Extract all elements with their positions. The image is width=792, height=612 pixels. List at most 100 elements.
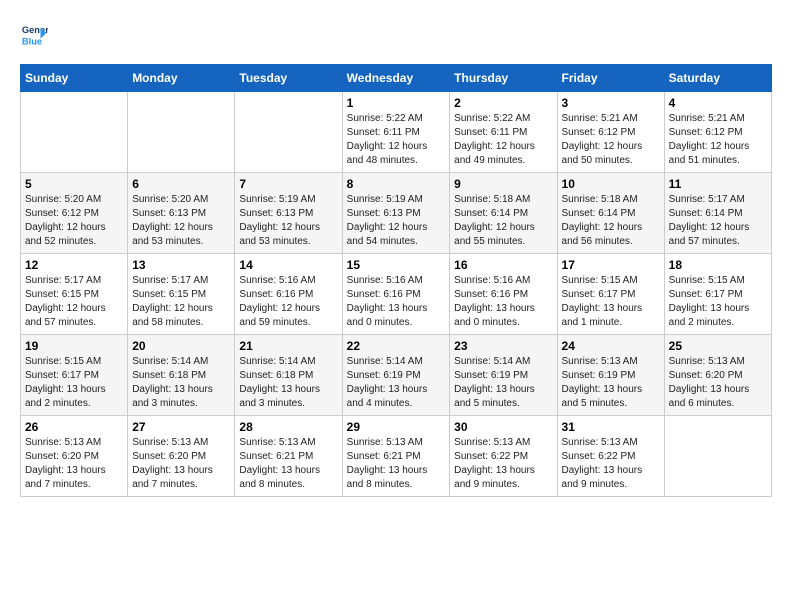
day-info: Sunrise: 5:17 AM Sunset: 6:15 PM Dayligh… — [132, 274, 230, 330]
day-number: 25 — [669, 339, 767, 353]
day-number: 5 — [25, 177, 123, 191]
day-number: 15 — [347, 258, 446, 272]
calendar-week-2: 5 Sunrise: 5:20 AM Sunset: 6:12 PM Daylig… — [21, 173, 772, 254]
day-info: Sunrise: 5:18 AM Sunset: 6:14 PM Dayligh… — [454, 193, 552, 249]
day-number: 9 — [454, 177, 552, 191]
day-number: 4 — [669, 96, 767, 110]
day-number: 22 — [347, 339, 446, 353]
day-info: Sunrise: 5:13 AM Sunset: 6:20 PM Dayligh… — [669, 355, 767, 411]
day-number: 10 — [562, 177, 660, 191]
svg-text:Blue: Blue — [22, 36, 42, 46]
day-number: 18 — [669, 258, 767, 272]
calendar-cell: 27 Sunrise: 5:13 AM Sunset: 6:20 PM Dayli… — [128, 416, 235, 497]
header-sunday: Sunday — [21, 65, 128, 92]
day-info: Sunrise: 5:16 AM Sunset: 6:16 PM Dayligh… — [454, 274, 552, 330]
calendar-week-3: 12 Sunrise: 5:17 AM Sunset: 6:15 PM Dayli… — [21, 254, 772, 335]
calendar-cell: 16 Sunrise: 5:16 AM Sunset: 6:16 PM Dayli… — [450, 254, 557, 335]
calendar-table: SundayMondayTuesdayWednesdayThursdayFrid… — [20, 64, 772, 497]
day-number: 30 — [454, 420, 552, 434]
calendar-cell: 14 Sunrise: 5:16 AM Sunset: 6:16 PM Dayli… — [235, 254, 342, 335]
day-number: 17 — [562, 258, 660, 272]
day-number: 7 — [239, 177, 337, 191]
day-info: Sunrise: 5:17 AM Sunset: 6:14 PM Dayligh… — [669, 193, 767, 249]
header-monday: Monday — [128, 65, 235, 92]
calendar-cell: 18 Sunrise: 5:15 AM Sunset: 6:17 PM Dayli… — [664, 254, 771, 335]
calendar-cell: 20Sunrise: 5:14 AM Sunset: 6:18 PM Dayli… — [128, 335, 235, 416]
calendar-week-1: 1 Sunrise: 5:22 AM Sunset: 6:11 PM Daylig… — [21, 92, 772, 173]
day-number: 29 — [347, 420, 446, 434]
calendar-cell: 6 Sunrise: 5:20 AM Sunset: 6:13 PM Daylig… — [128, 173, 235, 254]
day-info: Sunrise: 5:13 AM Sunset: 6:20 PM Dayligh… — [25, 436, 123, 492]
day-number: 24 — [562, 339, 660, 353]
calendar-cell: 5 Sunrise: 5:20 AM Sunset: 6:12 PM Daylig… — [21, 173, 128, 254]
day-info: Sunrise: 5:20 AM Sunset: 6:13 PM Dayligh… — [132, 193, 230, 249]
day-number: 12 — [25, 258, 123, 272]
calendar-cell: 28 Sunrise: 5:13 AM Sunset: 6:21 PM Dayli… — [235, 416, 342, 497]
day-number: 23 — [454, 339, 552, 353]
calendar-cell: 4 Sunrise: 5:21 AM Sunset: 6:12 PM Daylig… — [664, 92, 771, 173]
header-tuesday: Tuesday — [235, 65, 342, 92]
day-info: Sunrise: 5:16 AM Sunset: 6:16 PM Dayligh… — [347, 274, 446, 330]
day-info: Sunrise: 5:18 AM Sunset: 6:14 PM Dayligh… — [562, 193, 660, 249]
day-info: Sunrise: 5:20 AM Sunset: 6:12 PM Dayligh… — [25, 193, 123, 249]
calendar-cell: 31Sunrise: 5:13 AM Sunset: 6:22 PM Dayli… — [557, 416, 664, 497]
day-number: 13 — [132, 258, 230, 272]
calendar-cell: 21 Sunrise: 5:14 AM Sunset: 6:18 PM Dayli… — [235, 335, 342, 416]
logo: General Blue — [20, 20, 52, 48]
day-number: 27 — [132, 420, 230, 434]
day-info: Sunrise: 5:16 AM Sunset: 6:16 PM Dayligh… — [239, 274, 337, 330]
calendar-cell: 11 Sunrise: 5:17 AM Sunset: 6:14 PM Dayli… — [664, 173, 771, 254]
day-info: Sunrise: 5:13 AM Sunset: 6:20 PM Dayligh… — [132, 436, 230, 492]
calendar-cell — [21, 92, 128, 173]
calendar-cell: 9 Sunrise: 5:18 AM Sunset: 6:14 PM Daylig… — [450, 173, 557, 254]
day-number: 3 — [562, 96, 660, 110]
day-info: Sunrise: 5:13 AM Sunset: 6:21 PM Dayligh… — [239, 436, 337, 492]
calendar-cell: 15 Sunrise: 5:16 AM Sunset: 6:16 PM Dayli… — [342, 254, 450, 335]
calendar-cell: 29 Sunrise: 5:13 AM Sunset: 6:21 PM Dayli… — [342, 416, 450, 497]
calendar-cell — [235, 92, 342, 173]
day-info: Sunrise: 5:15 AM Sunset: 6:17 PM Dayligh… — [25, 355, 123, 411]
header-friday: Friday — [557, 65, 664, 92]
calendar-cell: 26 Sunrise: 5:13 AM Sunset: 6:20 PM Dayli… — [21, 416, 128, 497]
day-info: Sunrise: 5:13 AM Sunset: 6:21 PM Dayligh… — [347, 436, 446, 492]
day-info: Sunrise: 5:22 AM Sunset: 6:11 PM Dayligh… — [347, 112, 446, 168]
day-info: Sunrise: 5:21 AM Sunset: 6:12 PM Dayligh… — [562, 112, 660, 168]
calendar-cell: 2Sunrise: 5:22 AM Sunset: 6:11 PM Daylig… — [450, 92, 557, 173]
calendar-cell — [128, 92, 235, 173]
day-info: Sunrise: 5:19 AM Sunset: 6:13 PM Dayligh… — [347, 193, 446, 249]
day-number: 11 — [669, 177, 767, 191]
day-number: 28 — [239, 420, 337, 434]
day-info: Sunrise: 5:19 AM Sunset: 6:13 PM Dayligh… — [239, 193, 337, 249]
calendar-cell: 25 Sunrise: 5:13 AM Sunset: 6:20 PM Dayli… — [664, 335, 771, 416]
calendar-week-5: 26 Sunrise: 5:13 AM Sunset: 6:20 PM Dayli… — [21, 416, 772, 497]
day-number: 6 — [132, 177, 230, 191]
day-number: 1 — [347, 96, 446, 110]
day-number: 14 — [239, 258, 337, 272]
day-info: Sunrise: 5:14 AM Sunset: 6:19 PM Dayligh… — [347, 355, 446, 411]
calendar-cell: 19 Sunrise: 5:15 AM Sunset: 6:17 PM Dayli… — [21, 335, 128, 416]
header-thursday: Thursday — [450, 65, 557, 92]
day-info: Sunrise: 5:17 AM Sunset: 6:15 PM Dayligh… — [25, 274, 123, 330]
day-number: 21 — [239, 339, 337, 353]
header-saturday: Saturday — [664, 65, 771, 92]
calendar-header-row: SundayMondayTuesdayWednesdayThursdayFrid… — [21, 65, 772, 92]
calendar-cell: 1 Sunrise: 5:22 AM Sunset: 6:11 PM Daylig… — [342, 92, 450, 173]
day-number: 19 — [25, 339, 123, 353]
logo-icon: General Blue — [20, 20, 48, 48]
calendar-cell: 12 Sunrise: 5:17 AM Sunset: 6:15 PM Dayli… — [21, 254, 128, 335]
calendar-cell: 13 Sunrise: 5:17 AM Sunset: 6:15 PM Dayli… — [128, 254, 235, 335]
calendar-cell: 23 Sunrise: 5:14 AM Sunset: 6:19 PM Dayli… — [450, 335, 557, 416]
day-info: Sunrise: 5:22 AM Sunset: 6:11 PM Dayligh… — [454, 112, 552, 168]
calendar-cell: 30 Sunrise: 5:13 AM Sunset: 6:22 PM Dayli… — [450, 416, 557, 497]
day-info: Sunrise: 5:13 AM Sunset: 6:22 PM Dayligh… — [454, 436, 552, 492]
day-number: 16 — [454, 258, 552, 272]
day-info: Sunrise: 5:14 AM Sunset: 6:19 PM Dayligh… — [454, 355, 552, 411]
day-info: Sunrise: 5:21 AM Sunset: 6:12 PM Dayligh… — [669, 112, 767, 168]
calendar-week-4: 19 Sunrise: 5:15 AM Sunset: 6:17 PM Dayli… — [21, 335, 772, 416]
calendar-cell: 10 Sunrise: 5:18 AM Sunset: 6:14 PM Dayli… — [557, 173, 664, 254]
day-info: Sunrise: 5:13 AM Sunset: 6:22 PM Dayligh… — [562, 436, 660, 492]
day-info: Sunrise: 5:15 AM Sunset: 6:17 PM Dayligh… — [669, 274, 767, 330]
day-number: 26 — [25, 420, 123, 434]
day-info: Sunrise: 5:14 AM Sunset: 6:18 PM Dayligh… — [239, 355, 337, 411]
calendar-cell: 3 Sunrise: 5:21 AM Sunset: 6:12 PM Daylig… — [557, 92, 664, 173]
